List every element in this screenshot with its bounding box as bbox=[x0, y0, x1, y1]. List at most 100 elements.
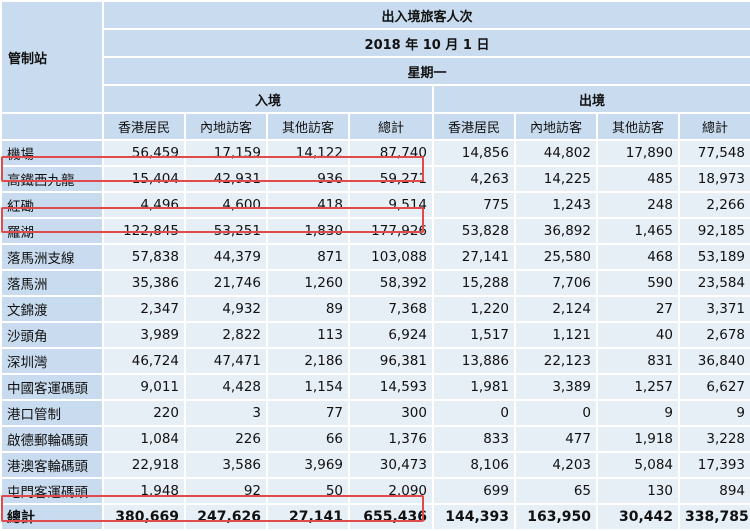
station-name: 港澳客輪碼頭 bbox=[2, 453, 102, 477]
value-cell: 66 bbox=[268, 427, 348, 451]
column-header-arrival-3: 總計 bbox=[350, 114, 432, 139]
value-cell: 2,090 bbox=[350, 479, 432, 503]
table-date: 2018 年 10 月 1 日 bbox=[104, 30, 750, 56]
value-cell: 42,931 bbox=[186, 167, 266, 191]
value-cell: 36,840 bbox=[680, 349, 750, 373]
station-name: 沙頭角 bbox=[2, 323, 102, 347]
value-cell: 14,593 bbox=[350, 375, 432, 399]
value-cell: 9,011 bbox=[104, 375, 184, 399]
value-cell: 590 bbox=[598, 271, 678, 295]
value-cell: 3,586 bbox=[186, 453, 266, 477]
value-cell: 9 bbox=[598, 401, 678, 425]
column-header-arrival-1: 內地訪客 bbox=[186, 114, 266, 139]
value-cell: 4,932 bbox=[186, 297, 266, 321]
table-row: 紅磡 4,496 4,600 418 9,514 775 1,243 248 2,266 bbox=[2, 193, 750, 217]
value-cell: 6,924 bbox=[350, 323, 432, 347]
value-cell: 248 bbox=[598, 193, 678, 217]
value-cell: 699 bbox=[434, 479, 514, 503]
station-name: 紅磡 bbox=[2, 193, 102, 217]
value-cell: 3 bbox=[186, 401, 266, 425]
departures-header: 出境 bbox=[434, 86, 750, 112]
value-cell: 27,141 bbox=[434, 245, 514, 269]
value-cell: 247,626 bbox=[186, 505, 266, 529]
value-cell: 17,890 bbox=[598, 141, 678, 165]
value-cell: 1,257 bbox=[598, 375, 678, 399]
value-cell: 871 bbox=[268, 245, 348, 269]
station-name: 羅湖 bbox=[2, 219, 102, 243]
value-cell: 65 bbox=[516, 479, 596, 503]
value-cell: 2,266 bbox=[680, 193, 750, 217]
value-cell: 17,159 bbox=[186, 141, 266, 165]
value-cell: 9,514 bbox=[350, 193, 432, 217]
value-cell: 9 bbox=[680, 401, 750, 425]
value-cell: 59,271 bbox=[350, 167, 432, 191]
table-row: 沙頭角 3,989 2,822 113 6,924 1,517 1,121 40 2,678 bbox=[2, 323, 750, 347]
value-cell: 1,465 bbox=[598, 219, 678, 243]
station-name: 機場 bbox=[2, 141, 102, 165]
value-cell: 15,288 bbox=[434, 271, 514, 295]
station-name: 深圳灣 bbox=[2, 349, 102, 373]
column-header-arrival-2: 其他訪客 bbox=[268, 114, 348, 139]
value-cell: 4,428 bbox=[186, 375, 266, 399]
table-row: 啟德郵輪碼頭 1,084 226 66 1,376 833 477 1,918 3,228 bbox=[2, 427, 750, 451]
value-cell: 3,389 bbox=[516, 375, 596, 399]
value-cell: 14,856 bbox=[434, 141, 514, 165]
station-column-header: 管制站 bbox=[2, 2, 102, 112]
value-cell: 226 bbox=[186, 427, 266, 451]
station-subheader-cell bbox=[2, 114, 102, 139]
value-cell: 13,886 bbox=[434, 349, 514, 373]
value-cell: 25,580 bbox=[516, 245, 596, 269]
value-cell: 220 bbox=[104, 401, 184, 425]
station-name: 文錦渡 bbox=[2, 297, 102, 321]
value-cell: 2,822 bbox=[186, 323, 266, 347]
station-name: 落馬洲支線 bbox=[2, 245, 102, 269]
value-cell: 40 bbox=[598, 323, 678, 347]
value-cell: 22,123 bbox=[516, 349, 596, 373]
column-header-departure-0: 香港居民 bbox=[434, 114, 514, 139]
value-cell: 300 bbox=[350, 401, 432, 425]
value-cell: 1,517 bbox=[434, 323, 514, 347]
value-cell: 4,496 bbox=[104, 193, 184, 217]
value-cell: 30,442 bbox=[598, 505, 678, 529]
table-row: 落馬洲支線 57,838 44,379 871 103,088 27,141 25,580 4… bbox=[2, 245, 750, 269]
value-cell: 4,263 bbox=[434, 167, 514, 191]
value-cell: 1,084 bbox=[104, 427, 184, 451]
table-title: 出入境旅客人次 bbox=[104, 2, 750, 28]
value-cell: 1,154 bbox=[268, 375, 348, 399]
value-cell: 2,347 bbox=[104, 297, 184, 321]
table-row: 港澳客輪碼頭 22,918 3,586 3,969 30,473 8,106 4,203 5,… bbox=[2, 453, 750, 477]
value-cell: 53,828 bbox=[434, 219, 514, 243]
value-cell: 44,802 bbox=[516, 141, 596, 165]
value-cell: 418 bbox=[268, 193, 348, 217]
value-cell: 22,918 bbox=[104, 453, 184, 477]
value-cell: 1,918 bbox=[598, 427, 678, 451]
value-cell: 4,203 bbox=[516, 453, 596, 477]
passenger-traffic-table: 管制站 出入境旅客人次 2018 年 10 月 1 日 星期一 入境 出境 香港… bbox=[0, 0, 750, 531]
value-cell: 3,228 bbox=[680, 427, 750, 451]
value-cell: 17,393 bbox=[680, 453, 750, 477]
value-cell: 485 bbox=[598, 167, 678, 191]
total-row: 總計 380,669 247,626 27,141 655,436 144,393 163,… bbox=[2, 505, 750, 529]
value-cell: 1,376 bbox=[350, 427, 432, 451]
station-name: 啟德郵輪碼頭 bbox=[2, 427, 102, 451]
value-cell: 2,124 bbox=[516, 297, 596, 321]
value-cell: 1,243 bbox=[516, 193, 596, 217]
value-cell: 338,785 bbox=[680, 505, 750, 529]
value-cell: 113 bbox=[268, 323, 348, 347]
value-cell: 8,106 bbox=[434, 453, 514, 477]
value-cell: 122,845 bbox=[104, 219, 184, 243]
value-cell: 894 bbox=[680, 479, 750, 503]
table-row: 機場 56,459 17,159 14,122 87,740 14,856 44,802 17… bbox=[2, 141, 750, 165]
column-header-departure-2: 其他訪客 bbox=[598, 114, 678, 139]
value-cell: 1,948 bbox=[104, 479, 184, 503]
value-cell: 21,746 bbox=[186, 271, 266, 295]
value-cell: 35,386 bbox=[104, 271, 184, 295]
value-cell: 4,600 bbox=[186, 193, 266, 217]
value-cell: 7,706 bbox=[516, 271, 596, 295]
value-cell: 1,220 bbox=[434, 297, 514, 321]
value-cell: 47,471 bbox=[186, 349, 266, 373]
value-cell: 57,838 bbox=[104, 245, 184, 269]
value-cell: 3,371 bbox=[680, 297, 750, 321]
value-cell: 18,973 bbox=[680, 167, 750, 191]
value-cell: 477 bbox=[516, 427, 596, 451]
